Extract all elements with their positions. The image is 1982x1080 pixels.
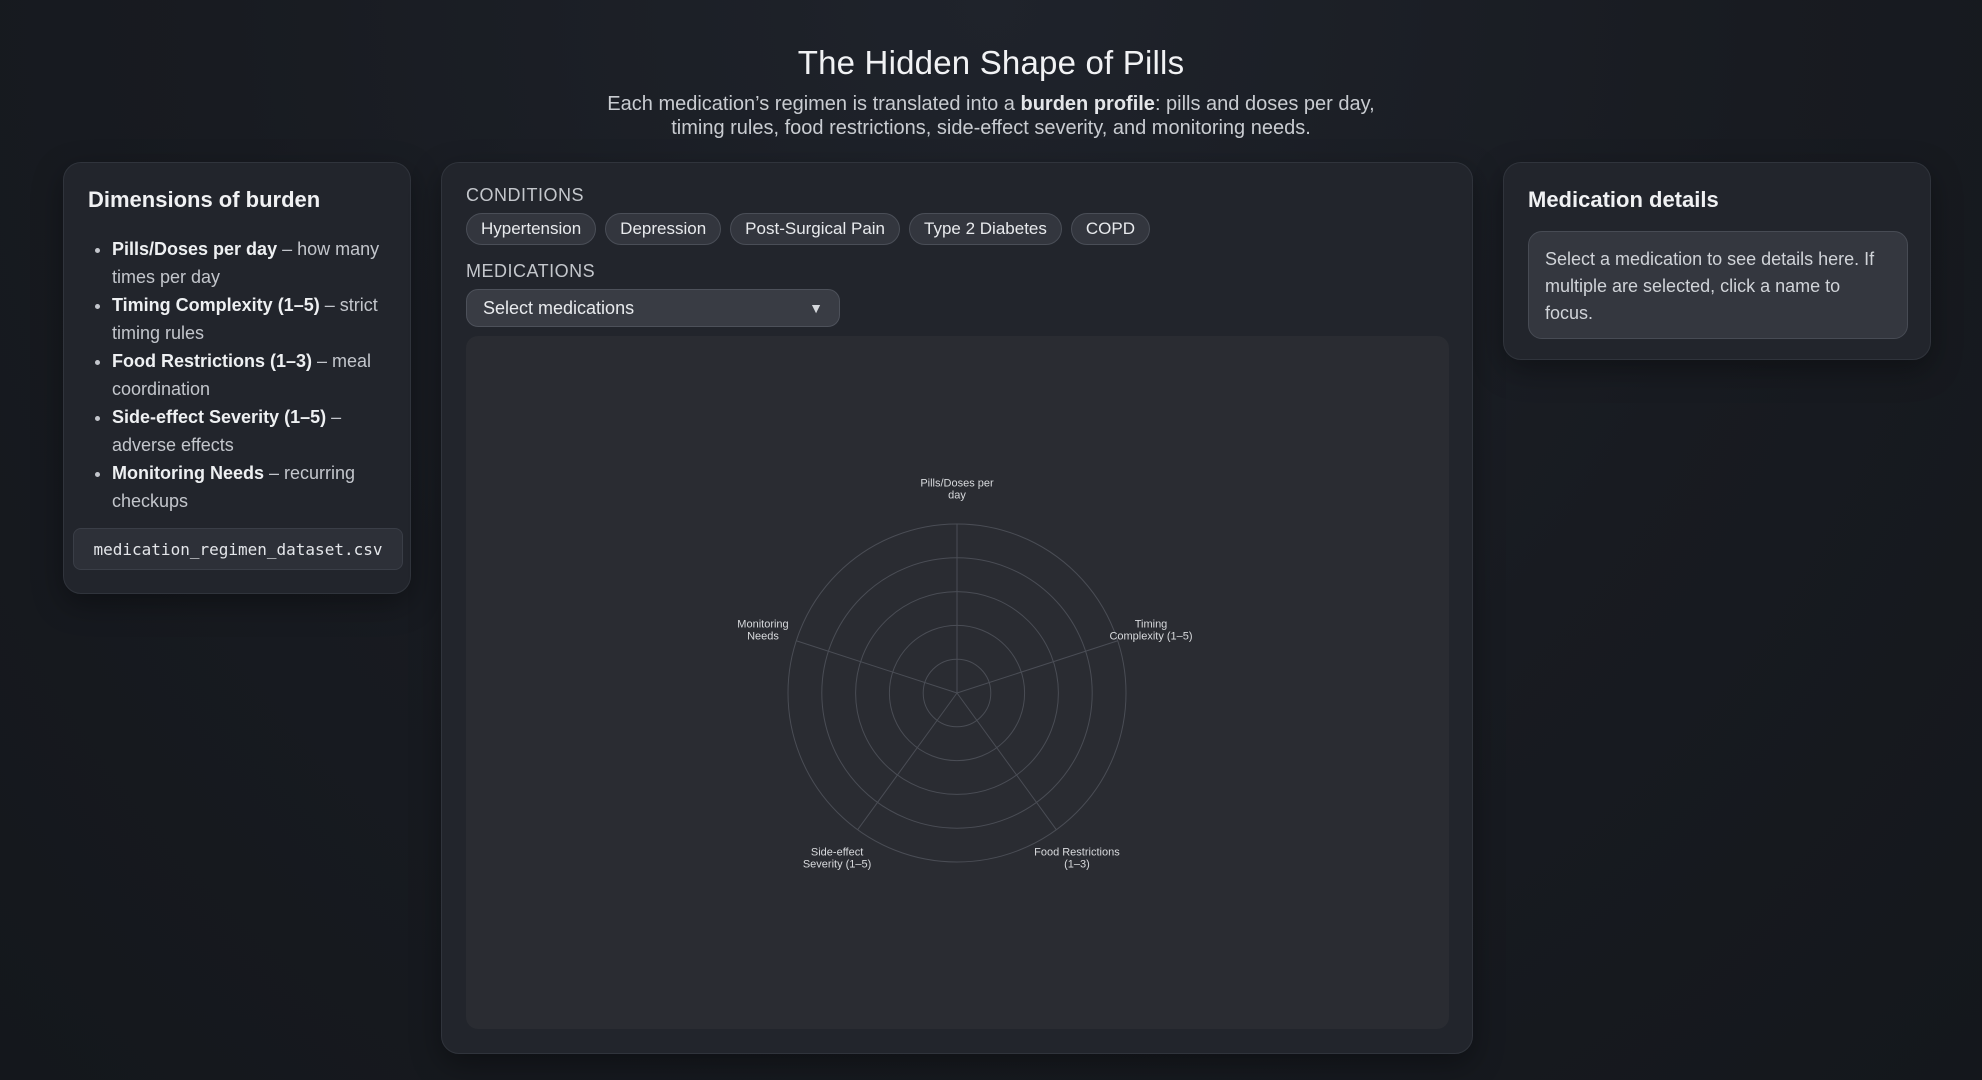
dimension-term: Pills/Doses per day xyxy=(112,239,278,259)
condition-chip-depression[interactable]: Depression xyxy=(605,213,722,245)
dimensions-title: Dimensions of burden xyxy=(88,187,321,212)
dimensions-panel: Dimensions of burden Pills/Doses per day… xyxy=(63,162,411,594)
radar-chart: Pills/Doses per day Timing Complexity (1–5)… xyxy=(737,478,1192,871)
condition-chip-copd[interactable]: COPD xyxy=(1070,213,1150,245)
page-header: The Hidden Shape of Pills Each medicatio… xyxy=(0,44,1982,140)
conditions-label: CONDITIONS xyxy=(466,185,585,205)
condition-chip-post-surgical-pain[interactable]: Post-Surgical Pain xyxy=(730,213,901,245)
dimension-item: Timing Complexity (1–5) – strict timing … xyxy=(112,291,386,347)
radar-chart-area: Pills/Doses per day Timing Complexity (1–5)… xyxy=(466,336,1449,1029)
dimension-item: Food Restrictions (1–3) – meal coordinat… xyxy=(112,347,386,403)
condition-chips: Hypertension Depression Post-Surgical Pa… xyxy=(466,213,1448,245)
page-subtitle: Each medication’s regimen is translated … xyxy=(581,92,1401,140)
radar-spoke xyxy=(796,640,958,694)
dimension-term: Side-effect Severity (1–5) xyxy=(112,407,327,427)
dimension-item: Side-effect Severity (1–5) – adverse eff… xyxy=(112,403,386,459)
radar-spoke xyxy=(956,692,1057,831)
medications-select[interactable]: Select medications ▼ xyxy=(466,289,840,327)
dimensions-list: Pills/Doses per day – how many times per… xyxy=(112,235,386,515)
chart-panel: CONDITIONS Hypertension Depression Post-… xyxy=(441,162,1473,1054)
details-panel: Medication details Select a medication t… xyxy=(1503,162,1931,360)
details-placeholder: Select a medication to see details here.… xyxy=(1528,231,1908,339)
radar-axis-label: Timing Complexity (1–5) xyxy=(1109,618,1192,642)
condition-chip-type-2-diabetes[interactable]: Type 2 Diabetes xyxy=(909,213,1062,245)
radar-axis-label: Pills/Doses per day xyxy=(920,478,994,502)
chevron-down-icon: ▼ xyxy=(809,300,823,316)
page-title: The Hidden Shape of Pills xyxy=(797,44,1185,81)
condition-chip-hypertension[interactable]: Hypertension xyxy=(466,213,597,245)
dimension-term: Food Restrictions (1–3) xyxy=(112,351,313,371)
radar-spoke xyxy=(956,640,1118,694)
medications-label: MEDICATIONS xyxy=(466,261,596,281)
radar-axis-label: Food Restrictions (1–3) xyxy=(1034,847,1120,871)
dimension-term: Timing Complexity (1–5) xyxy=(112,295,320,315)
subtitle-bold-term: burden profile xyxy=(1020,93,1155,115)
details-title: Medication details xyxy=(1528,187,1719,212)
dataset-filename: medication_regimen_dataset.csv xyxy=(73,528,403,570)
radar-spoke xyxy=(857,692,958,831)
radar-axis-label: Monitoring Needs xyxy=(737,618,788,642)
subtitle-text-start: Each medication’s regimen is translated … xyxy=(607,93,1021,115)
dimension-item: Pills/Doses per day – how many times per… xyxy=(112,235,386,291)
medications-select-value: Select medications xyxy=(483,297,635,318)
radar-axis-label: Side-effect Severity (1–5) xyxy=(803,847,871,871)
dimension-term: Monitoring Needs xyxy=(112,463,264,483)
dimension-item: Monitoring Needs – recurring checkups xyxy=(112,459,386,515)
